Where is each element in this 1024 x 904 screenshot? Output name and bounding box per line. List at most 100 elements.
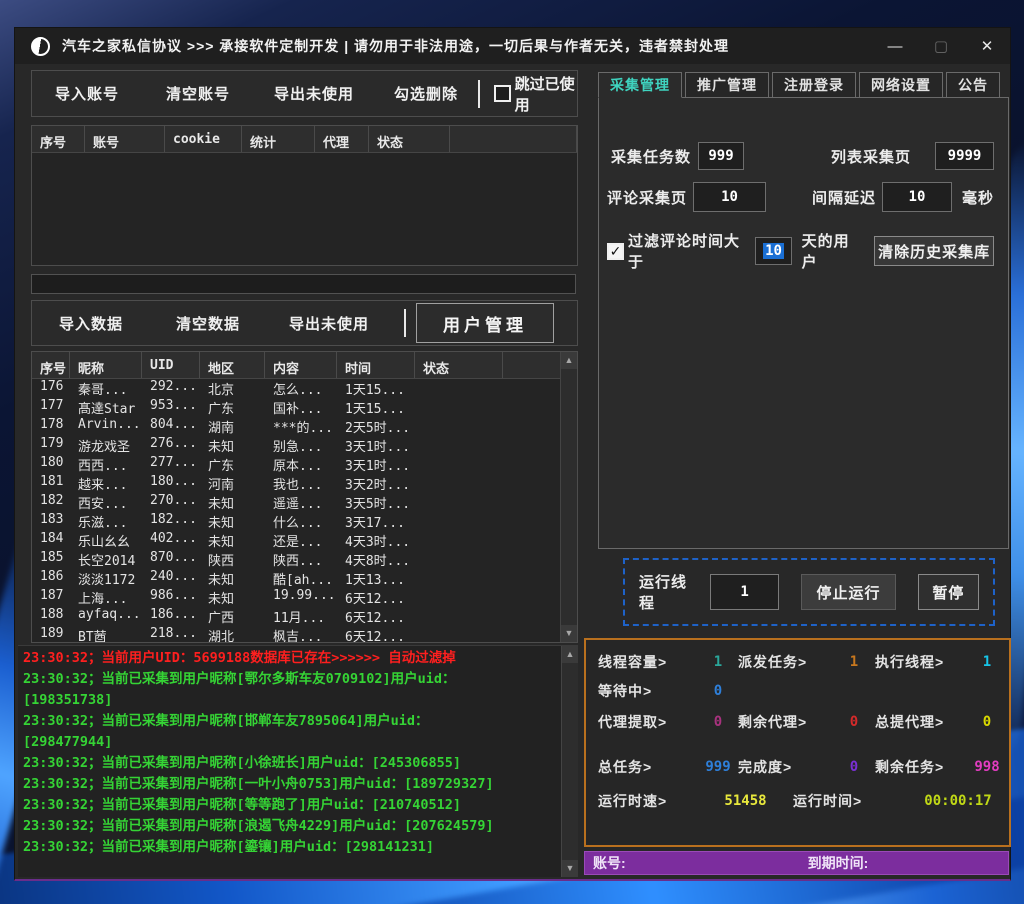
- scroll-up-icon[interactable]: ▲: [561, 352, 577, 369]
- table-row[interactable]: 177髙達Star953...广东国补...1天15...: [32, 398, 577, 417]
- log-scrollbar[interactable]: ▲ ▼: [561, 646, 578, 877]
- log-scroll-down-icon[interactable]: ▼: [562, 860, 578, 877]
- account-column-header[interactable]: 账号: [85, 126, 165, 152]
- table-row[interactable]: 183乐滋...182...未知什么...3天17...: [32, 512, 577, 531]
- log-panel: 23:30:32；当前用户UID：5699188数据库已存在>>>>>> 自动过…: [18, 645, 578, 877]
- table-row[interactable]: 178Arvin...804...湖南***的...2天5时...: [32, 417, 577, 436]
- import-accounts-button[interactable]: 导入账号: [32, 83, 142, 104]
- table-row[interactable]: 189BT莤218...湖北枫吉...6天12...: [32, 626, 577, 642]
- user-column-header[interactable]: 状态: [415, 352, 503, 378]
- status-label: 总任务>: [598, 757, 698, 777]
- delay-label: 间隔延迟: [812, 187, 876, 208]
- clear-accounts-button[interactable]: 清空账号: [142, 83, 254, 104]
- tab-采集管理[interactable]: 采集管理: [598, 72, 682, 98]
- window-title: 汽车之家私信协议 >>> 承接软件定制开发 | 请勿用于非法用途，一切后果与作者…: [62, 36, 729, 56]
- account-toolbar: 导入账号 清空账号 导出未使用 勾选删除 跳过已使用: [31, 70, 578, 117]
- status-value: 1: [698, 654, 738, 670]
- clear-history-button[interactable]: 清除历史采集库: [874, 236, 994, 266]
- status-value: 1: [833, 654, 875, 670]
- tab-推广管理[interactable]: 推广管理: [685, 72, 769, 98]
- user-column-header[interactable]: 地区: [200, 352, 265, 378]
- user-column-header[interactable]: UID: [142, 352, 200, 378]
- status-value: 999: [698, 759, 738, 775]
- minimize-button[interactable]: —: [872, 28, 918, 64]
- tab-注册登录[interactable]: 注册登录: [772, 72, 856, 98]
- collect-tab-panel: 采集任务数 999 列表采集页 9999 评论采集页 10 间隔延迟 10 毫秒…: [598, 97, 1009, 549]
- filter-comment-checkbox[interactable]: ✓: [607, 243, 624, 260]
- scroll-down-icon[interactable]: ▼: [561, 625, 577, 642]
- skip-used-label: 跳过已使用: [515, 73, 577, 115]
- skip-used-checkbox[interactable]: [494, 85, 511, 102]
- log-line: 23:30:32；当前已采集到用户昵称[鎏镶]用户uid：[298141231]: [18, 837, 578, 858]
- account-table-body[interactable]: [32, 153, 577, 265]
- table-row[interactable]: 180西西...277...广东原本...3天1时...: [32, 455, 577, 474]
- stop-run-button[interactable]: 停止运行: [801, 574, 896, 610]
- delete-checked-button[interactable]: 勾选删除: [374, 83, 478, 104]
- import-data-button[interactable]: 导入数据: [32, 313, 150, 334]
- status-label: 线程容量>: [598, 652, 698, 672]
- app-icon: [31, 37, 50, 56]
- user-manage-button[interactable]: 用户管理: [416, 303, 554, 343]
- list-page-input[interactable]: 9999: [935, 142, 994, 170]
- user-column-header[interactable]: 昵称: [70, 352, 142, 378]
- log-scroll-up-icon[interactable]: ▲: [562, 646, 578, 663]
- status-row: 等待中>0: [598, 681, 997, 701]
- status-value: 0: [973, 714, 1001, 730]
- user-table: 序号昵称UID地区内容时间状态 176秦哥...292...北京怎么...1天1…: [31, 351, 578, 643]
- log-line: [298477944]: [18, 732, 578, 753]
- user-table-body: 176秦哥...292...北京怎么...1天15...177髙達Star953…: [32, 379, 577, 642]
- status-row: 运行时速>51458运行时间>00:00:17: [598, 791, 997, 811]
- user-table-scrollbar[interactable]: ▲ ▼: [560, 352, 577, 642]
- status-label: 运行时速>: [598, 791, 698, 811]
- maximize-button[interactable]: ▢: [918, 28, 964, 64]
- filter-days-input[interactable]: 10: [755, 237, 791, 265]
- account-column-header[interactable]: 代理: [315, 126, 369, 152]
- footer-bar: 账号: 到期时间:: [584, 851, 1009, 875]
- account-column-header[interactable]: 状态: [369, 126, 450, 152]
- log-line: 23:30:32；当前已采集到用户昵称[邯郸车友7895064]用户uid：: [18, 711, 578, 732]
- right-tabs: 采集管理推广管理注册登录网络设置公告: [598, 72, 1000, 98]
- comment-page-input[interactable]: 10: [693, 182, 766, 212]
- table-row[interactable]: 186淡淡1172240...未知酷[ah...1天13...: [32, 569, 577, 588]
- account-column-header[interactable]: cookie: [165, 126, 242, 152]
- table-row[interactable]: 179游龙戏圣276...未知别急...3天1时...: [32, 436, 577, 455]
- table-row[interactable]: 176秦哥...292...北京怎么...1天15...: [32, 379, 577, 398]
- user-column-header[interactable]: 内容: [265, 352, 337, 378]
- account-table: 序号账号cookie统计代理状态: [31, 125, 578, 266]
- pause-button[interactable]: 暂停: [918, 574, 979, 610]
- status-value: 00:00:17: [908, 793, 1008, 809]
- status-label: 剩余任务>: [875, 757, 973, 777]
- user-column-header[interactable]: 序号: [32, 352, 70, 378]
- app-window: 汽车之家私信协议 >>> 承接软件定制开发 | 请勿用于非法用途，一切后果与作者…: [14, 27, 1011, 881]
- table-row[interactable]: 181越来...180...河南我也...3天2时...: [32, 474, 577, 493]
- table-row[interactable]: 184乐山幺幺402...未知还是...4天3时...: [32, 531, 577, 550]
- task-count-label: 采集任务数: [611, 146, 691, 167]
- tab-公告[interactable]: 公告: [946, 72, 1000, 98]
- clear-data-button[interactable]: 清空数据: [150, 313, 266, 334]
- tab-网络设置[interactable]: 网络设置: [859, 72, 943, 98]
- log-line: 23:30:32；当前用户UID：5699188数据库已存在>>>>>> 自动过…: [18, 648, 578, 669]
- table-row[interactable]: 185长空2014870...陕西陕西...4天8时...: [32, 550, 577, 569]
- status-label: 代理提取>: [598, 712, 698, 732]
- thread-controls: 运行线程 1 停止运行 暂停: [623, 558, 995, 626]
- status-row: 代理提取>0剩余代理>0总提代理>0: [598, 712, 997, 732]
- log-line: 23:30:32；当前已采集到用户昵称[鄂尔多斯车友0709102]用户uid：: [18, 669, 578, 690]
- table-row[interactable]: 182西安...270...未知遥遥...3天5时...: [32, 493, 577, 512]
- table-row[interactable]: 188ayfaq...186...广西11月...6天12...: [32, 607, 577, 626]
- status-label: 运行时间>: [793, 791, 908, 811]
- status-value: 51458: [698, 793, 793, 809]
- status-panel: 线程容量>1派发任务>1执行线程>1等待中>0代理提取>0剩余代理>0总提代理>…: [584, 638, 1011, 847]
- log-line: 23:30:32；当前已采集到用户昵称[小徐班长]用户uid：[24530685…: [18, 753, 578, 774]
- user-column-header[interactable]: 时间: [337, 352, 415, 378]
- close-button[interactable]: ✕: [964, 28, 1010, 64]
- thread-count-input[interactable]: 1: [710, 574, 779, 610]
- account-column-header[interactable]: 序号: [32, 126, 85, 152]
- status-value: 0: [833, 759, 875, 775]
- delay-input[interactable]: 10: [882, 182, 952, 212]
- account-column-header[interactable]: 统计: [242, 126, 315, 152]
- task-count-input[interactable]: 999: [698, 142, 744, 170]
- export-unused-accounts-button[interactable]: 导出未使用: [254, 83, 374, 104]
- table-row[interactable]: 187上海...986...未知19.99...6天12...: [32, 588, 577, 607]
- export-unused-data-button[interactable]: 导出未使用: [266, 313, 392, 334]
- toolbar-separator: [478, 80, 480, 108]
